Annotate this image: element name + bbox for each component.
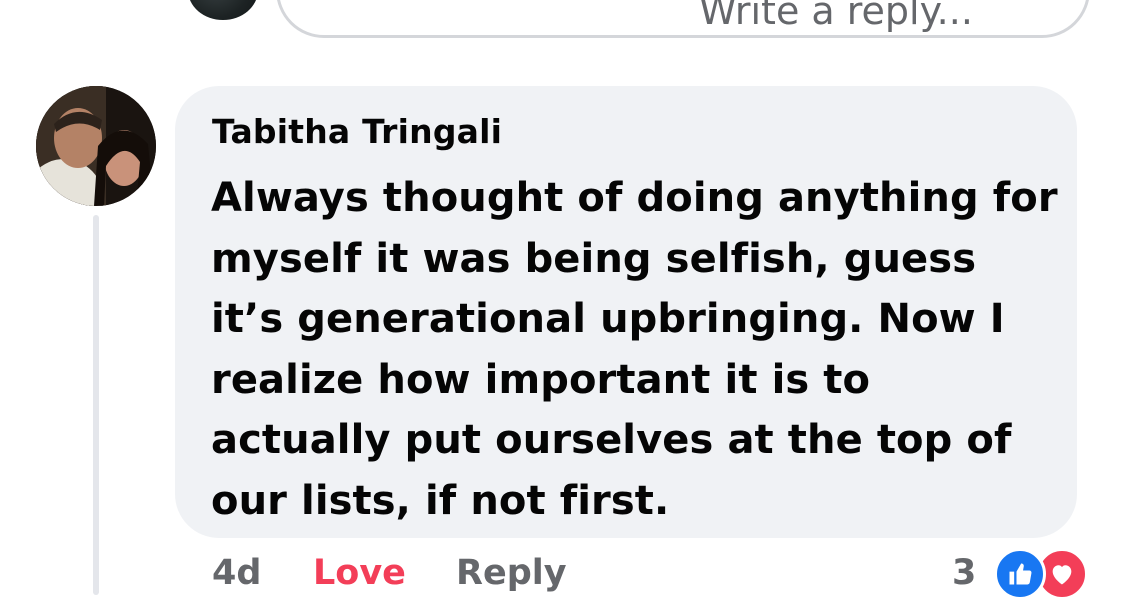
reply-button[interactable]: Reply [456,553,567,593]
avatar-photo [36,86,156,206]
love-button[interactable]: Love [313,553,406,593]
avatar[interactable] [36,86,156,206]
thread-line [93,215,99,595]
comment-author[interactable]: Tabitha Tringali [212,112,502,151]
comment-bubble: Tabitha Tringali Always thought of doing… [175,86,1077,538]
reaction-count[interactable]: 3 [952,553,976,593]
previous-reply-avatar[interactable] [188,0,258,20]
comment-text: Always thought of doing anything for mys… [211,175,1058,524]
reply-input-placeholder: Write a reply... [699,0,973,33]
reply-input[interactable]: Write a reply... [276,0,1090,38]
like-icon[interactable] [994,548,1046,600]
comment-timestamp[interactable]: 4d [212,553,261,593]
